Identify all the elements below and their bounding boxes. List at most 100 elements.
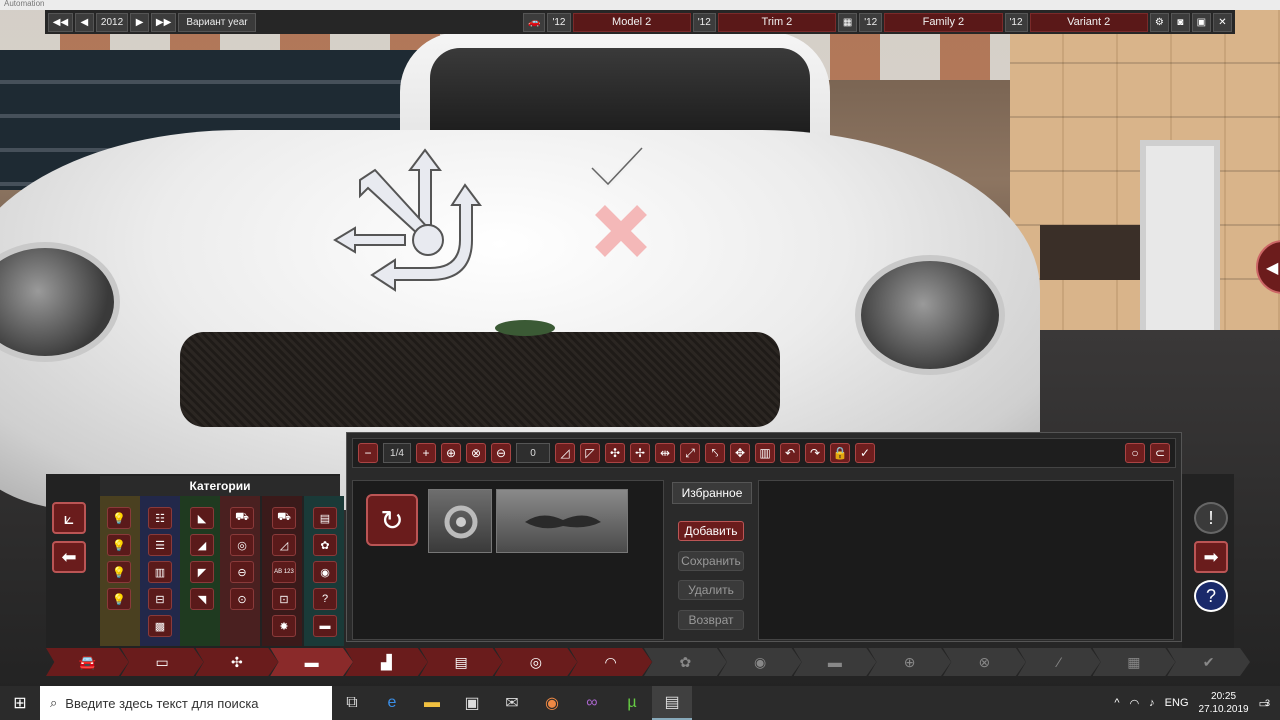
gizmo-center-icon[interactable] <box>412 224 444 256</box>
stage-chassis[interactable]: ▭ <box>120 648 204 676</box>
close-button[interactable]: ✕ <box>1212 12 1232 32</box>
category-tow-hook[interactable]: ◎ <box>230 534 254 556</box>
lock-button[interactable]: 🔒 <box>830 443 850 463</box>
unmirror-button[interactable]: ⊗ <box>466 443 486 463</box>
category-mirror[interactable]: ◣ <box>190 507 214 529</box>
chrome-button[interactable]: ◉ <box>532 686 572 720</box>
scale-up-button[interactable]: ◿ <box>555 443 575 463</box>
utorrent-button[interactable]: µ <box>612 686 652 720</box>
start-button[interactable]: ⊞ <box>0 686 40 720</box>
mirror-button[interactable]: ⊕ <box>441 443 461 463</box>
back-button[interactable]: ⬅ <box>52 541 86 573</box>
task-view-button[interactable]: ⧉ <box>332 686 372 720</box>
fixture-thumbnail-knob[interactable] <box>428 489 492 553</box>
category-spoiler[interactable]: ◢ <box>190 534 214 556</box>
stage-fixtures[interactable]: ▤ <box>419 648 503 676</box>
category-headlight[interactable]: 💡 <box>107 507 131 529</box>
category-car-side[interactable]: ▬ <box>313 615 337 637</box>
delete-fixture-button[interactable]: ▥ <box>755 443 775 463</box>
model-button[interactable]: 🚗 <box>523 12 546 32</box>
category-bumper[interactable]: ⛟ <box>230 507 254 529</box>
stage-wheels[interactable]: ✿ <box>644 648 727 676</box>
settings-button[interactable]: ⚙ <box>1149 12 1169 32</box>
category-foglight[interactable]: 💡 <box>107 534 131 556</box>
stage-testing[interactable]: ▦ <box>1092 648 1176 676</box>
scale-down-button[interactable]: ◸ <box>580 443 600 463</box>
stage-tuning[interactable]: ⁄ <box>1017 648 1101 676</box>
category-grille-split[interactable]: ▥ <box>148 561 172 583</box>
screenshot-button[interactable]: ◙ <box>1170 12 1190 32</box>
redo-button[interactable]: ↷ <box>805 443 825 463</box>
favorites-list[interactable] <box>758 480 1174 640</box>
model-name-field[interactable]: Model 2 <box>572 12 691 32</box>
category-mesh[interactable]: ▩ <box>148 615 172 637</box>
move-left-arrow-icon[interactable] <box>333 226 406 254</box>
accept-button[interactable]: ✓ <box>855 443 875 463</box>
category-indicator[interactable]: 💡 <box>107 561 131 583</box>
add-fixture-button[interactable]: + <box>416 443 436 463</box>
game-button[interactable]: ▤ <box>652 686 692 720</box>
flatten-button[interactable]: ⊖ <box>491 443 511 463</box>
reset-fixture-button[interactable]: ↻ <box>366 494 418 546</box>
category-seat[interactable]: ⊡ <box>272 588 296 610</box>
category-exhaust[interactable]: ⊖ <box>230 561 254 583</box>
edge-button[interactable]: e <box>372 686 412 720</box>
category-panel[interactable]: ▤ <box>313 507 337 529</box>
confirm-check-icon[interactable] <box>588 142 646 190</box>
delete-favorite-button[interactable]: Удалить <box>678 580 744 600</box>
circle-toggle-button[interactable]: ○ <box>1125 443 1145 463</box>
twist-button[interactable]: ✥ <box>730 443 750 463</box>
year-last-button[interactable]: ▶▶ <box>151 12 177 32</box>
transform-gizmo[interactable] <box>330 140 490 300</box>
category-racing[interactable]: ✸ <box>272 615 296 637</box>
car-badge[interactable] <box>495 320 555 336</box>
cancel-x-icon[interactable] <box>592 202 650 260</box>
category-camera[interactable]: ◉ <box>313 561 337 583</box>
undo-button[interactable]: ↶ <box>780 443 800 463</box>
add-favorite-button[interactable]: Добавить <box>678 521 744 541</box>
stage-interior[interactable]: ▟ <box>345 648 428 676</box>
mail-button[interactable]: ✉ <box>492 686 532 720</box>
vs-button[interactable]: ∞ <box>572 686 612 720</box>
stage-model[interactable]: 🚘 <box>46 648 129 676</box>
family-name-field[interactable]: Family 2 <box>884 12 1003 32</box>
save-button[interactable]: ▣ <box>1191 12 1211 32</box>
stage-finish[interactable]: ✔ <box>1167 648 1250 676</box>
camera-angle-button[interactable]: ⟀ <box>52 502 86 534</box>
category-help[interactable]: ? <box>313 588 337 610</box>
explorer-button[interactable]: ▬ <box>412 686 452 720</box>
category-van[interactable]: ⛟ <box>272 507 296 529</box>
category-handle[interactable]: ◤ <box>190 561 214 583</box>
stage-brakes[interactable]: ◉ <box>718 648 802 676</box>
category-wiper[interactable]: ◥ <box>190 588 214 610</box>
volume-icon[interactable]: ♪ <box>1149 697 1155 709</box>
save-favorite-button[interactable]: Сохранить <box>678 551 744 571</box>
wifi-icon[interactable]: ◠ <box>1130 697 1140 710</box>
move-diagonal-arrow-icon[interactable] <box>359 168 430 238</box>
category-taillight[interactable]: 💡 <box>107 588 131 610</box>
stretch-button[interactable]: ⇹ <box>655 443 675 463</box>
stage-drivetrain[interactable]: ⊕ <box>868 648 951 676</box>
taskbar-search[interactable]: ⌕ Введите здесь текст для поиска <box>40 686 332 720</box>
value-field[interactable]: 0 <box>516 443 550 463</box>
move-vertical-button[interactable]: ✣ <box>605 443 625 463</box>
category-grille-round[interactable]: ☷ <box>148 507 172 529</box>
stage-lights[interactable]: ◎ <box>494 648 578 676</box>
fixture-thumbnail-emblem[interactable] <box>496 489 628 553</box>
store-button[interactable]: ▣ <box>452 686 492 720</box>
next-button[interactable]: ➡ <box>1194 541 1228 573</box>
skew-button[interactable]: ⤢ <box>680 443 700 463</box>
year-next-button[interactable]: ▶ <box>130 12 150 32</box>
rotate-button[interactable]: ⤣ <box>705 443 725 463</box>
stage-steering[interactable]: ⊗ <box>943 648 1026 676</box>
stage-body[interactable]: ▬ <box>270 648 353 676</box>
category-wheel[interactable]: ✿ <box>313 534 337 556</box>
revert-favorite-button[interactable]: Возврат <box>678 610 744 630</box>
trim-name-field[interactable]: Trim 2 <box>717 12 837 32</box>
clock[interactable]: 20:25 27.10.2019 <box>1199 690 1249 716</box>
engine-family-button[interactable]: ▦ <box>838 12 858 32</box>
help-button[interactable]: ? <box>1194 580 1228 612</box>
move-all-button[interactable]: ✢ <box>630 443 650 463</box>
prev-fixture-button[interactable]: − <box>358 443 378 463</box>
language-indicator[interactable]: ENG <box>1165 697 1189 709</box>
